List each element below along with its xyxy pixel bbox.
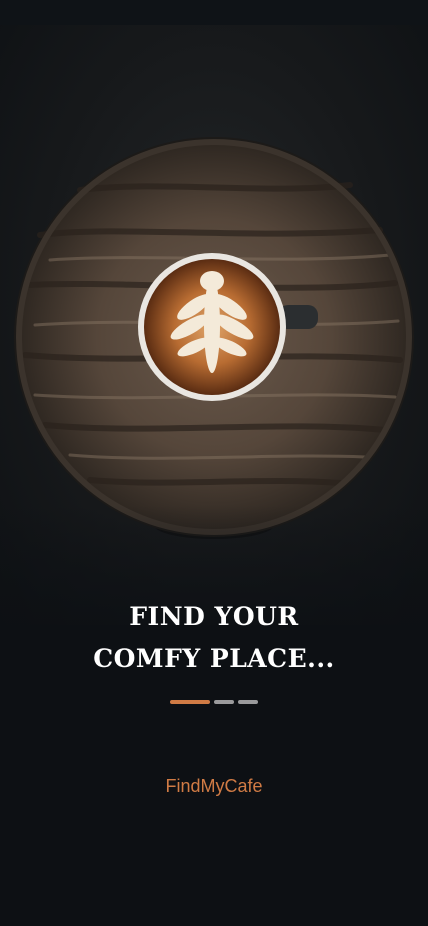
page-indicator-dot-1[interactable] (170, 700, 210, 704)
title-line-1: FIND YOUR (129, 602, 299, 631)
brand-name: FindMyCafe (165, 776, 263, 796)
page-indicator-dot-3[interactable] (238, 700, 258, 704)
title-line-2: COMFY PLACE... (93, 644, 335, 673)
hero-image (0, 25, 428, 625)
page-indicator-dot-2[interactable] (214, 700, 234, 704)
page-indicator (0, 700, 428, 704)
page-title: FIND YOUR COMFY PLACE... (0, 596, 428, 680)
status-bar (0, 0, 428, 25)
